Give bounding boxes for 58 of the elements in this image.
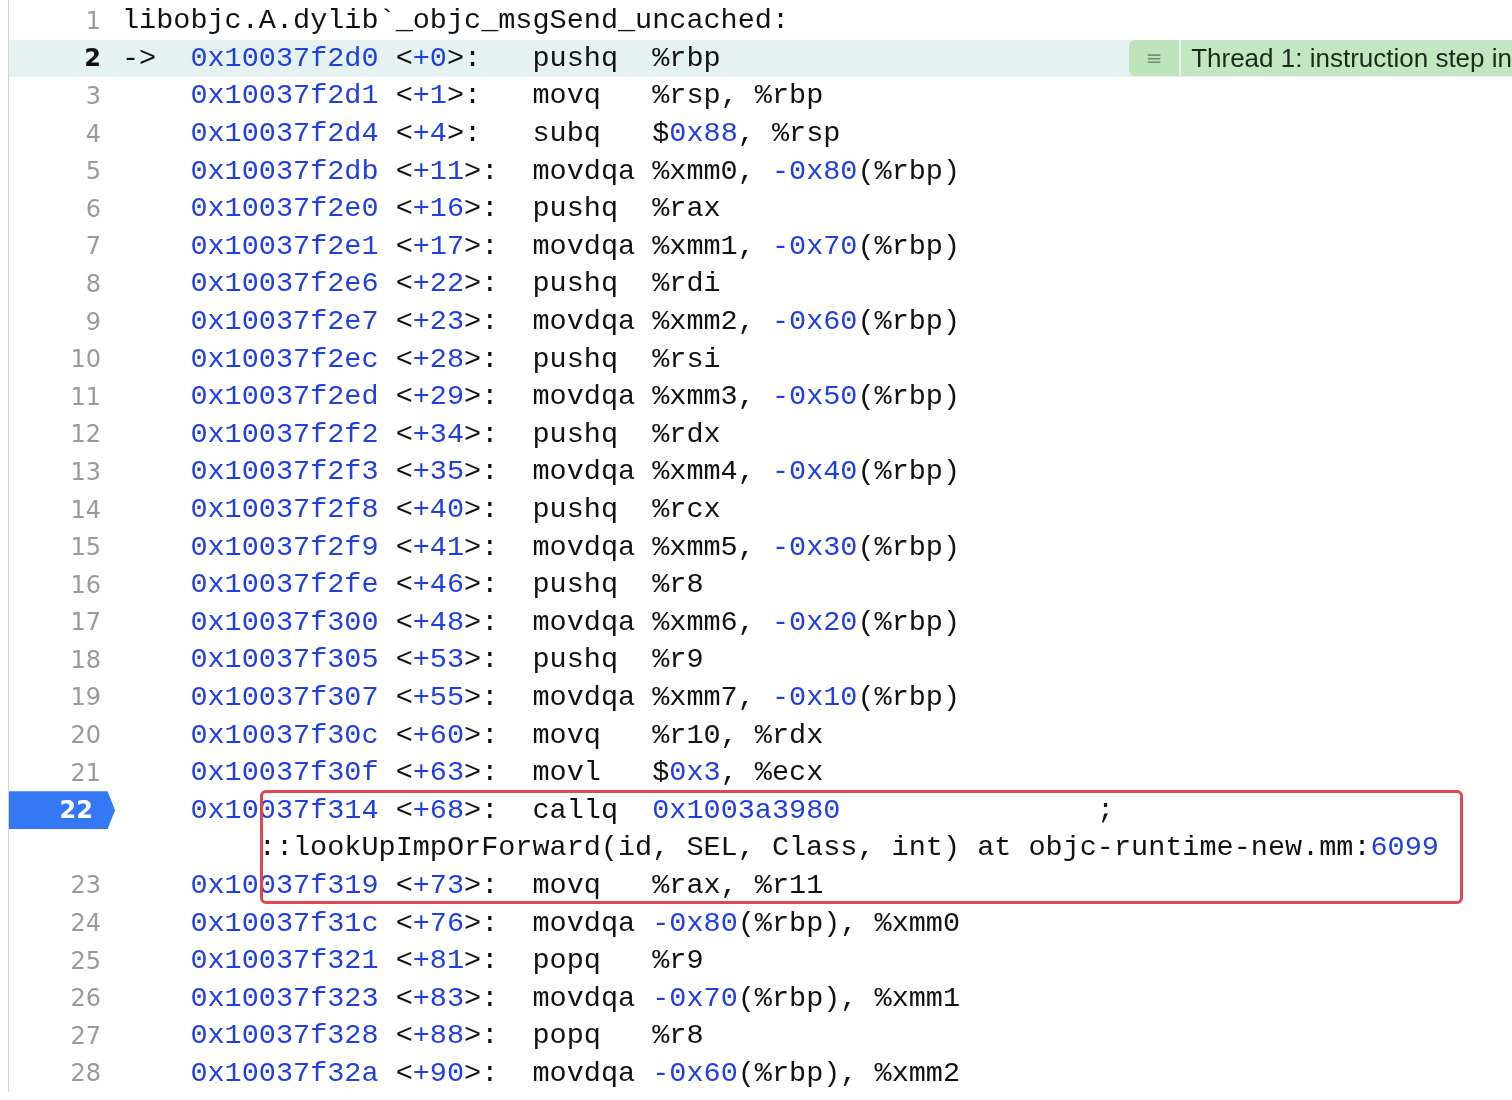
line-number: 14 [70, 495, 102, 524]
line-number: 26 [70, 984, 102, 1013]
code-text: 0x10037f307 <+55>: movdqa %xmm7, -0x10(%rbp) [190, 681, 961, 714]
line-number: 4 [85, 119, 102, 148]
code-text: 0x10037f328 <+88>: popq %r8 [190, 1019, 704, 1053]
line-number: 10 [70, 345, 102, 374]
line-number: 11 [70, 382, 102, 411]
code-text: 0x10037f2d4 <+4>: subq $0x88, %rsp [190, 117, 841, 151]
line-number: 28 [70, 1059, 102, 1088]
code-text: 0x10037f2db <+11>: movdqa %xmm0, -0x80(%rbp) [190, 154, 961, 188]
code-text: 0x10037f2d0 <+0>: pushq %rbp [190, 41, 721, 75]
code-text: 0x10037f2ed <+29>: movdqa %xmm3, -0x50(%rbp) [190, 380, 961, 414]
breakpoint-marker[interactable]: 22 [9, 791, 115, 830]
line-number: 6 [85, 194, 102, 223]
code-text: 0x10037f305 <+53>: pushq %r9 [190, 643, 704, 677]
code-text: 0x10037f30f <+63>: movl $0x3, %ecx [190, 756, 824, 790]
code-text: 0x10037f32a <+90>: movdqa -0x60(%rbp), %xmm2 [190, 1056, 961, 1090]
line-number: 16 [70, 570, 102, 599]
line-number: 9 [85, 307, 102, 336]
code-text: 0x10037f2e7 <+23>: movdqa %xmm2, -0x60(%rbp) [190, 305, 961, 339]
line-number: 24 [70, 909, 102, 938]
code-text: 0x10037f2f3 <+35>: movdqa %xmm4, -0x40(%rbp) [190, 455, 961, 489]
current-instruction-arrow: -> [122, 41, 158, 75]
code-text: 0x10037f2f9 <+41>: movdqa %xmm5, -0x30(%rbp) [190, 530, 961, 564]
code-text: 0x10037f30c <+60>: movq %r10, %rdx [190, 718, 824, 752]
line-number: 18 [70, 645, 102, 674]
code-text: 0x10037f2e1 <+17>: movdqa %xmm1, -0x70(%rbp) [190, 229, 961, 263]
line-number: 7 [85, 232, 102, 261]
line-number: 23 [70, 871, 102, 900]
menu-icon[interactable]: ≡ [1129, 40, 1180, 77]
line-number: 3 [85, 82, 102, 110]
line-number: 17 [70, 608, 102, 637]
code-text: 0x10037f2e6 <+22>: pushq %rdi [190, 267, 721, 301]
code-text: 0x10037f323 <+83>: movdqa -0x70(%rbp), %xmm1 [190, 981, 961, 1015]
line-number: 13 [70, 457, 102, 486]
code-text: 0x10037f300 <+48>: movdqa %xmm6, -0x20(%rbp) [190, 605, 961, 639]
line-number: 27 [70, 1021, 102, 1050]
code-text: ::lookUpImpOrForward(id, SEL, Class, int) at objc-runtime-new.mm:6099 [258, 831, 1439, 865]
code-text: 0x10037f2d1 <+1>: movq %rsp, %rbp [190, 79, 824, 113]
code-text: 0x10037f2fe <+46>: pushq %r8 [190, 568, 704, 602]
line-number: 2 [84, 44, 102, 73]
thread-annotation: Thread 1: instruction step in [1181, 40, 1512, 77]
line-number: 1 [85, 6, 102, 35]
code-text: libobjc.A.dylib`_objc_msgSend_uncached: [122, 4, 789, 38]
code-text: 0x10037f2f2 <+34>: pushq %rdx [190, 417, 721, 451]
line-number: 25 [70, 946, 102, 975]
line-number: 19 [70, 683, 102, 712]
code-text: 0x10037f321 <+81>: popq %r9 [190, 944, 704, 978]
code-text: 0x10037f31c <+76>: movdqa -0x80(%rbp), %xmm0 [190, 906, 961, 940]
line-number: 5 [85, 157, 102, 186]
line-number: 12 [70, 420, 102, 449]
code-text: 0x10037f2f8 <+40>: pushq %rcx [190, 493, 721, 526]
line-number: 20 [70, 721, 102, 750]
code-text: 0x10037f2ec <+28>: pushq %rsi [190, 342, 721, 376]
line-number: 15 [70, 533, 102, 562]
line-number: 8 [85, 269, 102, 298]
line-number: 21 [70, 758, 102, 787]
code-text: 0x10037f2e0 <+16>: pushq %rax [190, 192, 721, 226]
